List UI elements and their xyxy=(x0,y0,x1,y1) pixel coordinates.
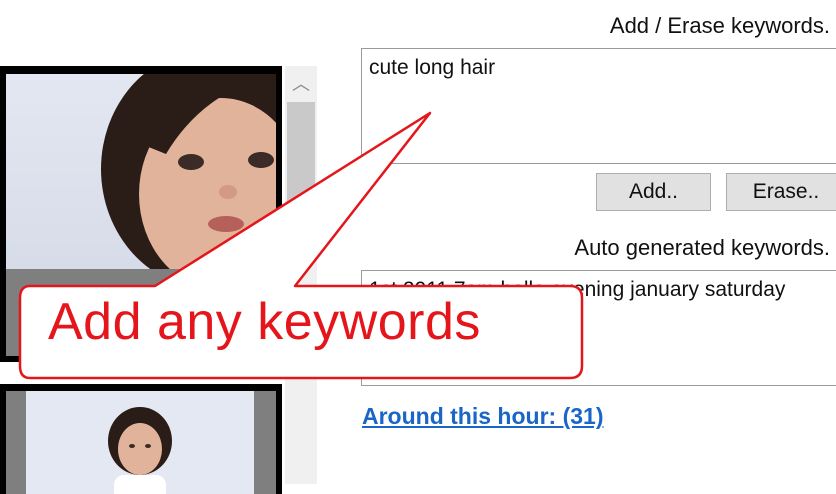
callout-text: Add any keywords xyxy=(48,293,481,351)
callout-bubble xyxy=(18,111,584,380)
